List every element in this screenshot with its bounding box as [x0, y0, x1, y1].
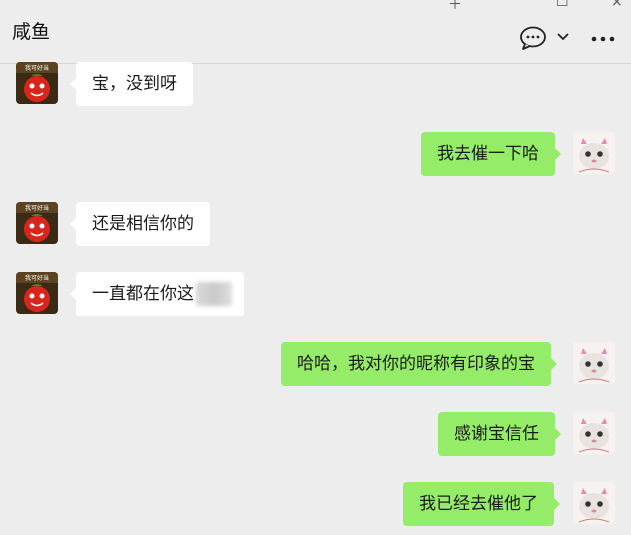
chat-bubble-icon[interactable] [519, 26, 547, 50]
self-avatar[interactable] [573, 412, 615, 454]
chat-header: 咸鱼 ＋ ☐ × [0, 0, 631, 64]
contact-avatar[interactable]: 我可好当 [16, 272, 58, 314]
chat-title: 咸鱼 [12, 21, 51, 43]
message-bubble-sent[interactable]: 我去催一下哈 [421, 132, 561, 176]
message-bubble-received[interactable]: 还是相信你的 [70, 202, 210, 246]
contact-avatar[interactable]: 我可好当 [16, 202, 58, 244]
avatar-caption: 我可好当 [25, 204, 49, 212]
chevron-down-icon[interactable] [556, 32, 570, 42]
contact-avatar[interactable]: 我可好当 [16, 62, 58, 104]
self-avatar[interactable] [573, 132, 615, 174]
redacted-blur [196, 282, 232, 306]
message-bubble-sent[interactable]: 我已经去催他了 [403, 482, 560, 526]
avatar-caption: 我可好当 [25, 274, 49, 282]
self-avatar[interactable] [573, 482, 615, 524]
self-avatar[interactable] [573, 342, 615, 384]
message-bubble-sent[interactable]: 感谢宝信任 [438, 412, 561, 456]
avatar-caption: 我可好当 [25, 64, 49, 72]
window-add-icon[interactable]: ＋ [448, 0, 462, 14]
message-bubble-sent[interactable]: 哈哈，我对你的昵称有印象的宝 [281, 342, 557, 386]
window-close-icon[interactable]: × [611, 0, 623, 10]
message-bubble-received[interactable]: 宝，没到呀 [70, 62, 193, 106]
message-bubble-received[interactable]: 一直都在你这 [70, 272, 244, 316]
more-icon[interactable] [591, 36, 615, 42]
window-maximize-icon[interactable]: ☐ [556, 0, 569, 10]
message-text: 一直都在你这 [92, 284, 194, 304]
